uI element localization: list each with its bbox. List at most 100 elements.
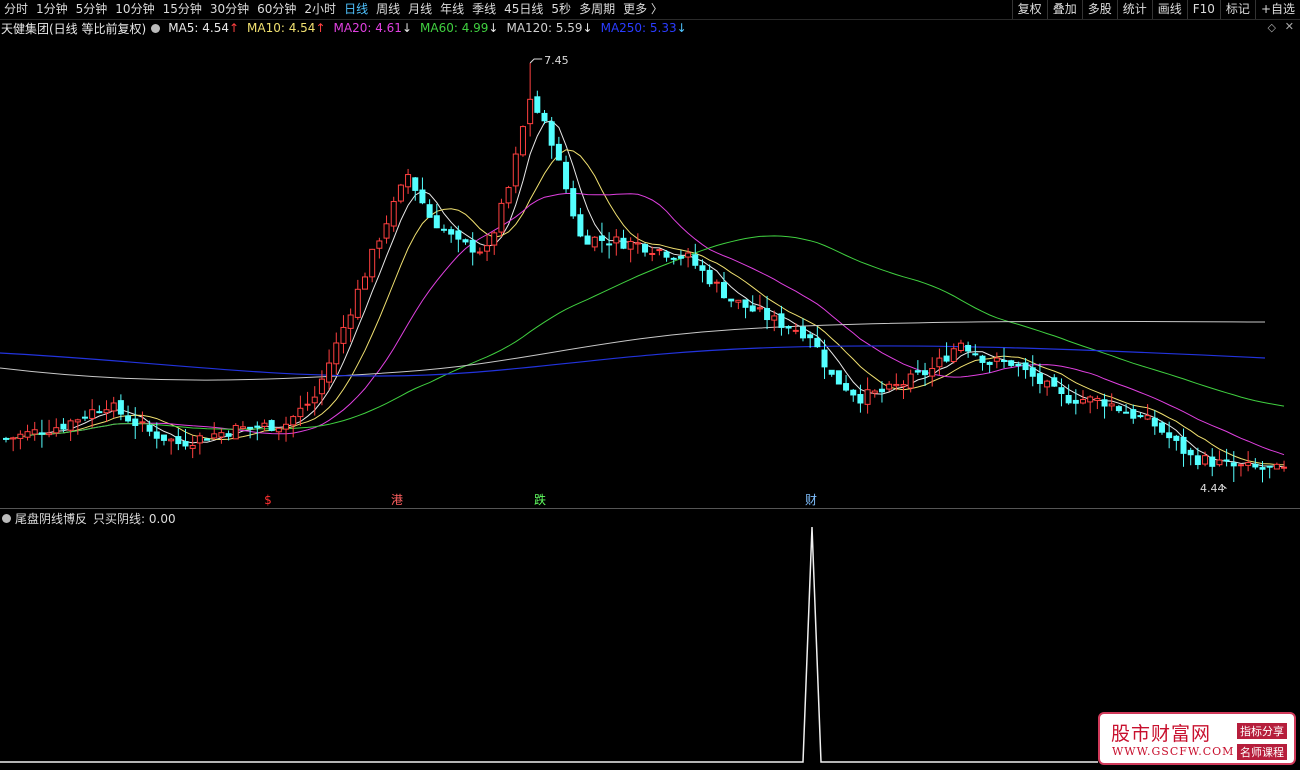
up-candle (10, 437, 17, 440)
watermark-url: WWW.GSCFW.COM (1112, 745, 1235, 758)
tool-button-7[interactable]: +自选 (1254, 0, 1300, 19)
down-candle (96, 411, 103, 414)
up-candle (304, 403, 311, 406)
down-candle (419, 189, 426, 204)
tab-12[interactable]: 季线 (468, 0, 500, 19)
down-candle (922, 370, 929, 376)
tool-button-6[interactable]: 标记 (1219, 0, 1255, 19)
up-candle (771, 315, 778, 321)
up-candle (929, 367, 936, 377)
tab-1[interactable]: 1分钟 (32, 0, 72, 19)
tab-14[interactable]: 5秒 (547, 0, 575, 19)
right-tools: 复权 叠加 多股 统计 画线 F10 标记 +自选 (1011, 0, 1300, 19)
up-candle (24, 431, 31, 438)
up-candle (936, 357, 943, 368)
tool-button-2[interactable]: 多股 (1081, 0, 1117, 19)
up-candle (484, 245, 491, 252)
tab-9[interactable]: 周线 (372, 0, 404, 19)
tab-6[interactable]: 60分钟 (253, 0, 300, 19)
up-candle (376, 240, 383, 249)
ma-label-0: MA5: 4.54↑ (168, 21, 240, 35)
down-candle (1058, 387, 1065, 395)
tool-button-4[interactable]: 画线 (1151, 0, 1187, 19)
down-candle (448, 229, 455, 235)
down-candle (160, 434, 167, 441)
tab-16[interactable]: 更多 〉 (619, 0, 667, 19)
tab-8[interactable]: 日线 (340, 0, 372, 19)
down-candle (577, 214, 584, 237)
up-candle (275, 427, 282, 433)
down-candle (426, 204, 433, 218)
down-candle (1266, 465, 1273, 468)
down-candle (1072, 399, 1079, 404)
up-candle (232, 424, 239, 440)
tab-5[interactable]: 30分钟 (206, 0, 253, 19)
up-candle (627, 240, 634, 250)
tab-15[interactable]: 多周期 (575, 0, 619, 19)
up-candle (283, 423, 290, 430)
settings-circle-icon[interactable] (151, 23, 161, 33)
up-candle (218, 432, 225, 438)
tab-7[interactable]: 2小时 (300, 0, 340, 19)
up-candle (476, 251, 483, 254)
up-candle (340, 326, 347, 344)
down-candle (1101, 399, 1108, 407)
event-marker-2: 跌 (534, 492, 546, 507)
down-candle (699, 265, 706, 271)
up-candle (756, 307, 763, 310)
tool-button-3[interactable]: 统计 (1116, 0, 1152, 19)
down-candle (1065, 395, 1072, 404)
watermark-logo: 股市财富网 WWW.GSCFW.COM 指标分享 名师课程 (1098, 712, 1296, 765)
up-candle (290, 416, 297, 426)
up-candle (311, 396, 318, 404)
down-candle (204, 438, 211, 441)
down-candle (670, 257, 677, 260)
down-candle (462, 239, 469, 243)
tool-button-1[interactable]: 叠加 (1046, 0, 1082, 19)
down-candle (433, 215, 440, 229)
up-candle (1273, 463, 1280, 470)
tab-2[interactable]: 5分钟 (72, 0, 112, 19)
tab-0[interactable]: 分时 (0, 0, 32, 19)
down-candle (440, 228, 447, 231)
indicator-title: 尾盘阴线博反 (15, 511, 88, 526)
up-candle (957, 342, 964, 351)
event-marker-0: $ (264, 493, 272, 507)
tab-11[interactable]: 年线 (436, 0, 468, 19)
event-marker-1: 港 (391, 493, 403, 507)
down-candle (965, 344, 972, 352)
down-candle (778, 313, 785, 328)
tool-button-0[interactable]: 复权 (1011, 0, 1047, 19)
down-candle (742, 299, 749, 308)
down-candle (125, 415, 132, 422)
high-price-label: 7.45 (544, 54, 569, 67)
up-candle (735, 299, 742, 303)
tab-4[interactable]: 15分钟 (159, 0, 206, 19)
up-candle (1044, 380, 1051, 388)
diamond-icon[interactable]: ◇ (1268, 21, 1276, 34)
tab-13[interactable]: 45日线 (500, 0, 547, 19)
event-marker-3: 财 (805, 493, 817, 507)
period-tabs: 分时 1分钟 5分钟 10分钟 15分钟 30分钟 60分钟 2小时 日线 周线 月线 年线 季线 45日… (0, 0, 667, 19)
up-candle (318, 378, 325, 395)
up-candle (297, 407, 304, 418)
down-candle (1130, 409, 1137, 419)
down-candle (764, 308, 771, 321)
tool-button-5[interactable]: F10 (1186, 0, 1220, 19)
down-candle (1173, 435, 1180, 441)
up-candle (498, 202, 505, 233)
up-candle (1216, 459, 1223, 466)
up-candle (900, 384, 907, 387)
down-candle (1001, 359, 1008, 362)
down-candle (247, 426, 254, 429)
up-candle (110, 402, 117, 412)
close-icon[interactable]: ✕ (1285, 20, 1294, 33)
up-candle (1080, 399, 1086, 404)
candlestick-chart[interactable]: 7.45 4.44 $ 港 跌 财 (0, 36, 1300, 508)
up-candle (53, 427, 60, 434)
tab-3[interactable]: 10分钟 (111, 0, 158, 19)
indicator-circle-icon[interactable] (2, 513, 11, 523)
down-candle (1187, 449, 1194, 456)
down-candle (857, 394, 864, 404)
tab-10[interactable]: 月线 (404, 0, 436, 19)
